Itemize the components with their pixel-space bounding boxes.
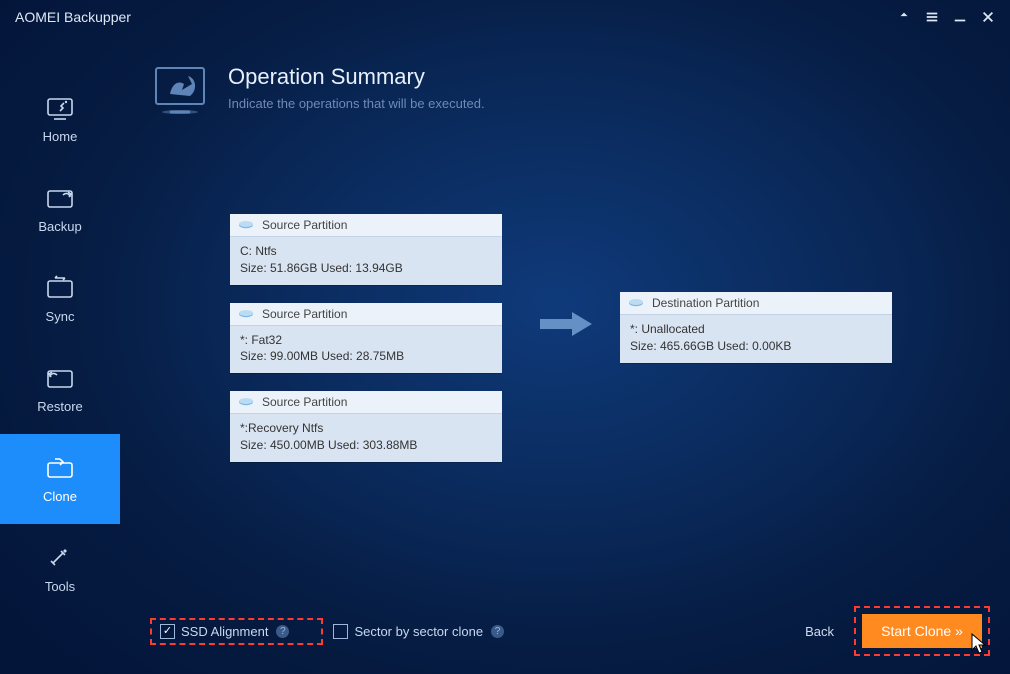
main: Operation Summary Indicate the operation… — [120, 34, 1010, 674]
source-partition-card: Source Partition C: Ntfs Size: 51.86GB U… — [230, 214, 502, 285]
titlebar: AOMEI Backupper — [0, 0, 1010, 34]
sidebar-item-restore[interactable]: Restore — [0, 344, 120, 434]
sidebar-item-label: Restore — [37, 399, 83, 414]
partition-name: *: Unallocated — [630, 321, 882, 338]
highlight-ssd: SSD Alignment ? — [150, 618, 323, 645]
menu-icon[interactable] — [918, 3, 946, 31]
clone-icon — [45, 455, 75, 481]
highlight-start: Start Clone » — [854, 606, 990, 656]
footer-bar: SSD Alignment ? Sector by sector clone ?… — [150, 606, 990, 656]
app-title: AOMEI Backupper — [15, 9, 890, 25]
card-title: Destination Partition — [652, 296, 759, 310]
sync-icon — [45, 275, 75, 301]
sidebar-item-clone[interactable]: Clone — [0, 434, 120, 524]
ssd-alignment-checkbox[interactable]: SSD Alignment ? — [160, 624, 289, 639]
partition-size: Size: 465.66GB Used: 0.00KB — [630, 338, 882, 355]
tools-icon — [45, 545, 75, 571]
page-header: Operation Summary Indicate the operation… — [150, 64, 980, 114]
upgrade-icon[interactable] — [890, 3, 918, 31]
back-button[interactable]: Back — [785, 624, 854, 639]
card-title: Source Partition — [262, 395, 347, 409]
checkbox-icon — [333, 624, 348, 639]
arrow-icon — [538, 310, 594, 343]
sidebar-item-label: Clone — [43, 489, 77, 504]
source-partition-card: Source Partition *:Recovery Ntfs Size: 4… — [230, 391, 502, 462]
partition-name: *: Fat32 — [240, 332, 492, 349]
help-icon[interactable]: ? — [276, 625, 289, 638]
page-title: Operation Summary — [228, 64, 485, 90]
sidebar-item-tools[interactable]: Tools — [0, 524, 120, 614]
page-subtitle: Indicate the operations that will be exe… — [228, 96, 485, 111]
minimize-icon[interactable] — [946, 3, 974, 31]
disk-icon — [238, 309, 254, 319]
start-clone-button[interactable]: Start Clone » — [862, 614, 982, 648]
sidebar-item-sync[interactable]: Sync — [0, 254, 120, 344]
restore-icon — [45, 365, 75, 391]
partition-name: *:Recovery Ntfs — [240, 420, 492, 437]
disk-icon — [628, 298, 644, 308]
checkbox-label: SSD Alignment — [181, 624, 268, 639]
sidebar-item-label: Home — [43, 129, 78, 144]
card-title: Source Partition — [262, 307, 347, 321]
clone-diagram: Source Partition C: Ntfs Size: 51.86GB U… — [230, 214, 980, 462]
sidebar-item-label: Tools — [45, 579, 75, 594]
card-title: Source Partition — [262, 218, 347, 232]
sidebar: Home Backup Sync Restore Clone Tools — [0, 34, 120, 674]
backup-icon — [45, 185, 75, 211]
checkbox-label: Sector by sector clone — [354, 624, 483, 639]
sector-by-sector-checkbox[interactable]: Sector by sector clone ? — [333, 624, 504, 639]
destination-partition-card: Destination Partition *: Unallocated Siz… — [620, 292, 892, 363]
summary-icon — [150, 64, 210, 114]
sidebar-item-label: Sync — [46, 309, 75, 324]
partition-size: Size: 99.00MB Used: 28.75MB — [240, 348, 492, 365]
home-icon — [45, 95, 75, 121]
partition-name: C: Ntfs — [240, 243, 492, 260]
checkbox-icon — [160, 624, 175, 639]
partition-size: Size: 51.86GB Used: 13.94GB — [240, 260, 492, 277]
partition-size: Size: 450.00MB Used: 303.88MB — [240, 437, 492, 454]
sidebar-item-label: Backup — [38, 219, 81, 234]
sidebar-item-home[interactable]: Home — [0, 74, 120, 164]
help-icon[interactable]: ? — [491, 625, 504, 638]
disk-icon — [238, 220, 254, 230]
disk-icon — [238, 397, 254, 407]
sidebar-item-backup[interactable]: Backup — [0, 164, 120, 254]
close-icon[interactable] — [974, 3, 1002, 31]
source-partition-card: Source Partition *: Fat32 Size: 99.00MB … — [230, 303, 502, 374]
